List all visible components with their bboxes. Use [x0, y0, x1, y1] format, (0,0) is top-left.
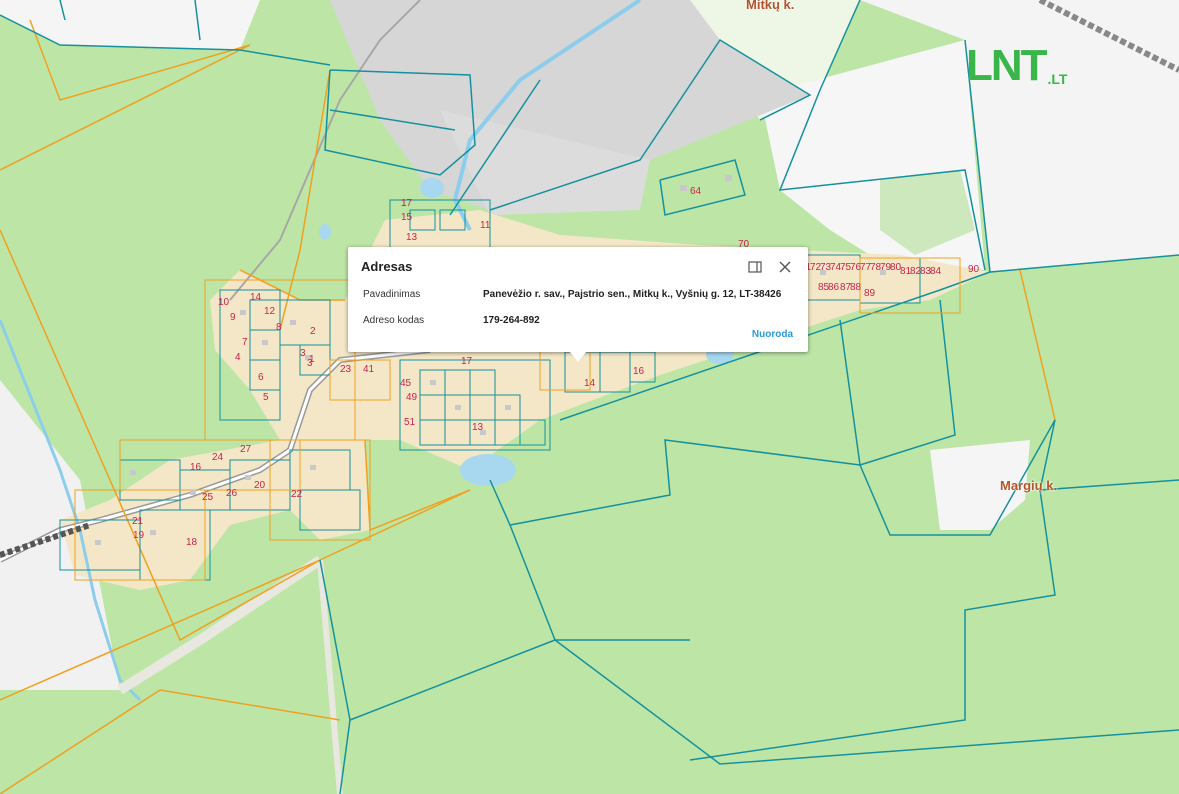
parcel-number: 14	[584, 378, 596, 389]
parcel-number: 4	[235, 352, 241, 363]
parcel-number: 80	[890, 262, 902, 273]
pond-south	[460, 454, 516, 486]
parcel-number: 1	[401, 198, 407, 209]
place-label-mitku: Mitkų k.	[746, 0, 795, 12]
parcel-number: 22	[291, 489, 303, 500]
parcel-number: 49	[406, 392, 418, 403]
parcel-number: 11	[480, 220, 491, 231]
parcel-number: 14	[250, 292, 262, 303]
code-value: 179-264-892	[483, 315, 540, 326]
pond-north	[420, 178, 444, 198]
parcel-number: 89	[864, 288, 876, 299]
parcel-number: 18	[186, 537, 198, 548]
parcel-number: 45	[400, 378, 412, 389]
lnt-logo[interactable]: LNT .LT	[966, 44, 1068, 88]
parcel-number: 74	[830, 262, 842, 273]
parcel-number: 19	[133, 530, 145, 541]
parcel-number: 20	[254, 480, 266, 491]
parcel-number: 76	[850, 262, 862, 273]
code-label: Adreso kodas	[363, 315, 425, 326]
address-popup: Adresas Pavadinimas Panevėžio r. sav., P…	[348, 247, 808, 362]
parcel-number: 64	[690, 186, 702, 197]
parcel-number: 6	[258, 372, 264, 383]
parcel-number: 3	[307, 358, 313, 369]
parcel-number: 90	[968, 264, 980, 275]
logo-suffix: .LT	[1047, 71, 1068, 87]
name-value: Panevėžio r. sav., Pajstrio sen., Mitkų …	[483, 289, 782, 300]
parcel-number: 7	[242, 337, 248, 348]
parcel-number: 79	[880, 262, 892, 273]
place-label-margiu: Margių k.	[1000, 478, 1058, 493]
parcel-number: 25	[202, 492, 214, 503]
parcel-number: 2	[310, 326, 316, 337]
parcel-number: 5	[263, 392, 269, 403]
parcel-number: 12	[264, 306, 276, 317]
parcel-number: 9	[230, 312, 236, 323]
pond-small	[319, 224, 331, 240]
parcel-number: 17	[461, 356, 473, 367]
parcel-number: 83	[920, 266, 932, 277]
parcel-number: 84	[930, 266, 942, 277]
popup-title: Adresas	[361, 259, 413, 274]
parcel-number: 72	[810, 262, 822, 273]
parcel-number: 88	[850, 282, 862, 293]
name-label: Pavadinimas	[363, 289, 421, 300]
parcel-number: 73	[820, 262, 832, 273]
parcel-number: 77	[860, 262, 872, 273]
parcel-number: 27	[240, 444, 252, 455]
parcel-number: 41	[363, 364, 375, 375]
parcel-number: 26	[226, 488, 238, 499]
parcel-number: 13	[472, 422, 484, 433]
parcel-number: 75	[840, 262, 852, 273]
link-button[interactable]: Nuoroda	[752, 329, 793, 340]
parcel-number: 23	[340, 364, 352, 375]
parcel-number: 16	[190, 462, 202, 473]
parcel-number: 21	[132, 516, 144, 527]
parcel-number: 15	[401, 212, 413, 223]
parcel-number: 10	[218, 297, 230, 308]
parcel-number: 13	[406, 232, 418, 243]
parcel-number: 8	[276, 322, 282, 333]
parcel-number: 82	[910, 266, 922, 277]
close-icon[interactable]	[777, 259, 793, 275]
parcel-number: 86	[828, 282, 840, 293]
expand-window-icon[interactable]	[747, 259, 763, 275]
cadastral-map[interactable]: 1715131110 1412987654 321162119182425 26272…	[0, 0, 1179, 794]
parcel-number: 51	[404, 417, 416, 428]
parcel-number: 85	[818, 282, 830, 293]
parcel-number: 78	[870, 262, 882, 273]
parcel-number: 24	[212, 452, 224, 463]
logo-main: LNT	[966, 41, 1048, 90]
parcel-number: 16	[633, 366, 645, 377]
parcel-number: 87	[840, 282, 852, 293]
parcel-number: 3	[300, 348, 306, 359]
parcel-number: 81	[900, 266, 912, 277]
